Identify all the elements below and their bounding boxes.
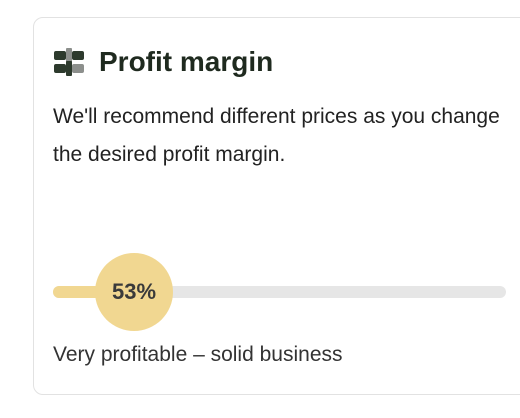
profit-margin-card: Profit margin We'll recommend different …	[33, 17, 520, 395]
slider-thumb[interactable]: 53%	[95, 253, 173, 331]
margin-status-text: Very profitable – solid business	[53, 343, 343, 366]
profit-margin-slider[interactable]: 53%	[53, 252, 506, 332]
card-title: Profit margin	[99, 46, 274, 77]
sliders-icon	[53, 46, 85, 78]
card-description: We'll recommend different prices as you …	[53, 105, 500, 166]
card-header: Profit margin	[53, 44, 273, 80]
slider-value-label: 53%	[111, 279, 157, 304]
